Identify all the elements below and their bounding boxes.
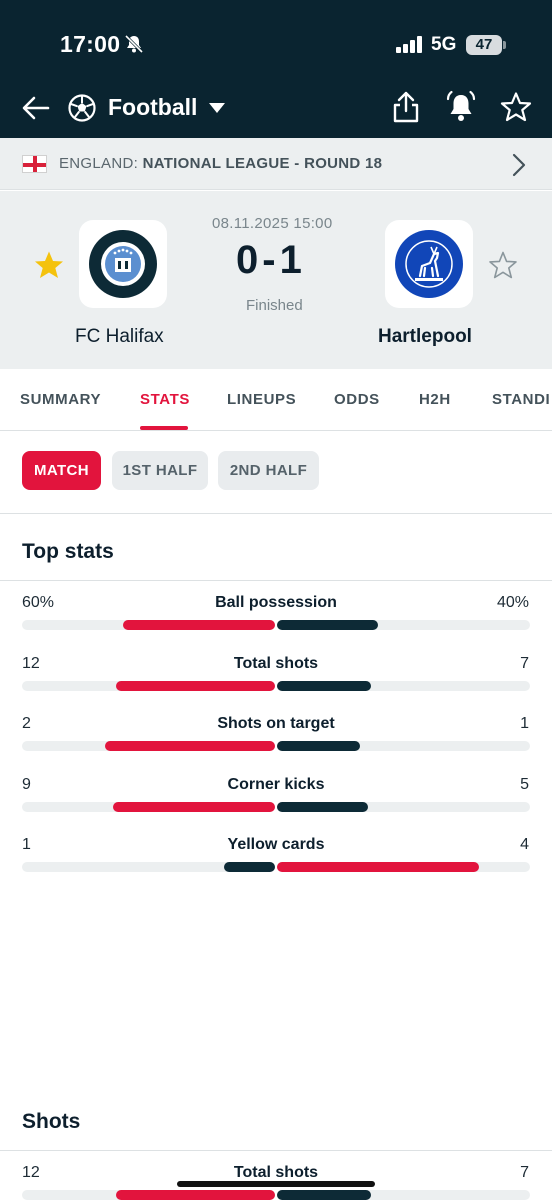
away-stat-bar-track [277,801,530,812]
network-type: 5G [431,34,457,55]
league-country: ENGLAND: [59,155,139,172]
bell-off-icon [124,34,144,54]
tab-lineups[interactable]: LINEUPS [227,391,296,408]
match-header: FC Halifax 08.11.2025 15:00 0-1 Finished… [0,191,552,369]
away-team-name[interactable]: Hartlepool [378,326,472,348]
stat-away-value: 7 [520,654,529,672]
home-stat-bar-track [22,741,275,751]
football-icon[interactable] [68,94,96,122]
tab-odds[interactable]: ODDS [334,391,380,408]
stat-row: 1 Yellow cards 4 [0,836,552,896]
league-competition: NATIONAL LEAGUE - ROUND 18 [142,155,383,172]
section-divider [0,1150,552,1151]
hartlepool-crest-icon [395,230,463,298]
stat-label: Ball possession [215,594,337,611]
active-tab-indicator [140,426,188,430]
away-team-logo[interactable] [385,220,473,308]
league-label: ENGLAND: NATIONAL LEAGUE - ROUND 18 [59,155,382,172]
stat-label: Total shots [233,1164,319,1181]
away-stat-bar [277,620,378,630]
home-stat-bar [116,680,275,691]
away-stat-bar [277,801,368,812]
league-bar[interactable]: ENGLAND: NATIONAL LEAGUE - ROUND 18 [0,138,552,190]
home-stat-bar-track [22,1190,275,1200]
favorite-star-icon[interactable] [500,91,532,123]
away-stat-bar-track [277,680,530,691]
home-stat-bar-track [22,620,275,630]
home-stat-bar-track [22,862,275,872]
away-favorite-star-icon[interactable] [487,249,519,281]
away-stat-bar-track [277,1190,530,1200]
away-stat-bar-track [277,862,530,872]
section-divider [0,580,552,581]
home-stat-bar [113,801,275,812]
match-datetime: 08.11.2025 15:00 [212,215,333,232]
home-team-logo[interactable] [79,220,167,308]
stat-label: Corner kicks [227,775,325,793]
home-stat-bar [224,862,275,872]
home-stat-bar-track [22,801,275,812]
match-tabs: SUMMARY STATS LINEUPS ODDS H2H STANDI [0,369,552,431]
section-divider [0,513,552,514]
away-stat-bar-track [277,620,530,630]
tab-stats[interactable]: STATS [140,391,190,408]
away-stat-bar [277,862,479,872]
notification-bell-icon[interactable] [444,90,478,124]
tab-summary[interactable]: SUMMARY [20,391,101,408]
stat-row: 12 Total shots 7 [0,655,552,715]
shots-title: Shots [22,1110,81,1133]
home-stat-bar-track [22,680,275,691]
away-stat-bar-track [277,741,530,751]
home-stat-bar [116,1190,275,1200]
home-team-name[interactable]: FC Halifax [75,326,164,348]
battery-icon: 47 [466,35,502,55]
period-2nd-half-button[interactable]: 2ND HALF [218,451,319,490]
top-stats-title: Top stats [22,540,114,563]
chevron-right-icon[interactable] [511,153,527,177]
stat-away-value: 7 [520,1164,529,1181]
match-status: Finished [246,297,303,314]
sport-selector-label[interactable]: Football [108,94,197,121]
stat-away-value: 40% [496,594,529,611]
stat-away-value: 5 [520,775,529,793]
signal-icon [396,36,422,53]
status-time: 17:00 [60,31,121,57]
stat-label: Shots on target [217,715,335,732]
stat-away-value: 4 [520,836,529,853]
share-icon[interactable] [390,90,422,124]
tab-h2h[interactable]: H2H [419,391,451,408]
fc-halifax-crest-icon [89,230,157,298]
england-flag-icon [22,155,47,173]
battery-cap [503,41,506,49]
away-stat-bar [277,680,371,691]
stat-label: Yellow cards [227,836,325,853]
stat-row: 9 Corner kicks 5 [0,776,552,836]
home-stat-bar [123,620,275,630]
period-match-button[interactable]: MATCH [22,451,101,490]
stat-away-value: 1 [520,715,529,732]
app-header: 17:00 5G 47 Football [0,0,552,138]
stat-label: Total shots [233,654,319,672]
stat-row: 60% Ball possession 40% [0,594,552,654]
home-stat-bar [105,741,275,751]
chevron-down-icon[interactable] [207,101,227,115]
home-favorite-star-icon[interactable] [33,249,65,281]
away-stat-bar [277,741,360,751]
period-1st-half-button[interactable]: 1ST HALF [112,451,208,490]
away-stat-bar [277,1190,371,1200]
match-score: 0-1 [236,238,306,282]
tab-standings[interactable]: STANDI [492,391,550,408]
back-arrow-icon[interactable] [20,92,52,124]
stat-row: 2 Shots on target 1 [0,715,552,775]
home-indicator[interactable] [177,1181,375,1187]
